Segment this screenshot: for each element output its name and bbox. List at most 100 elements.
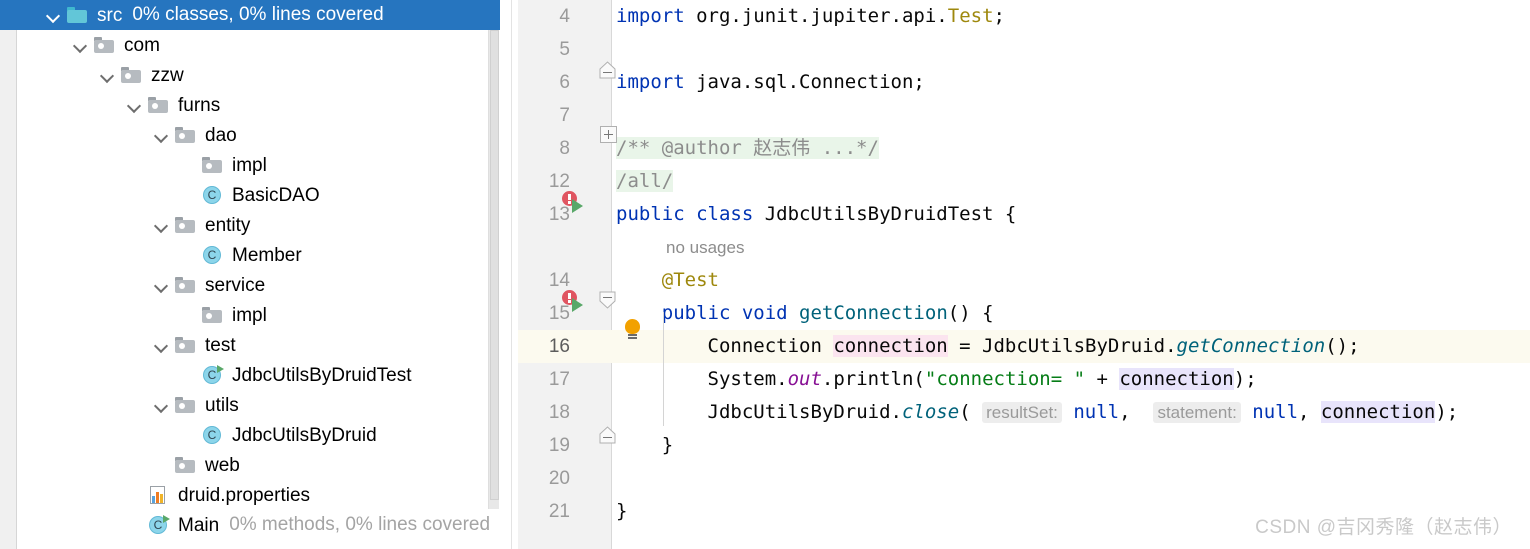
bulb-base (628, 337, 637, 339)
tree-row-jdbcutilsbydruidtest[interactable]: C JdbcUtilsByDruidTest (18, 360, 498, 390)
usages-inlay-hint[interactable]: no usages (666, 238, 744, 257)
folder-icon (148, 95, 170, 115)
code-line[interactable]: 15 public void getConnection() { (518, 297, 1530, 330)
code-line[interactable]: 5 (518, 33, 1530, 66)
chevron-down-icon[interactable] (153, 217, 170, 234)
chevron-down-icon[interactable] (153, 337, 170, 354)
code-line[interactable]: 20 (518, 462, 1530, 495)
line-number: 7 (559, 105, 570, 126)
code-token: out (787, 368, 822, 390)
code-token: java.sql.Connection; (696, 71, 925, 93)
tree-row-label: com (124, 34, 160, 56)
parameter-name-hint[interactable]: resultSet: (982, 402, 1062, 423)
code-token: JdbcUtilsByDruidTest { (764, 203, 1017, 225)
method-fold-end-icon[interactable] (598, 425, 617, 445)
folder-icon (175, 455, 197, 475)
properties-file-icon (148, 485, 170, 505)
tree-row-label: zzw (151, 64, 184, 86)
code-token: "connection= " (924, 368, 1086, 390)
code-line[interactable]: 14 @Test (518, 264, 1530, 297)
tree-row-furns[interactable]: furns (18, 90, 498, 120)
tree-row-impl[interactable]: impl (18, 150, 498, 180)
code-line[interactable]: 17 System.out.println("connection= " + c… (518, 363, 1530, 396)
code-line[interactable]: 18 JdbcUtilsByDruid.close( resultSet: nu… (518, 396, 1530, 429)
folder-icon (175, 335, 197, 355)
tree-no-chevron (180, 427, 197, 444)
project-tree-scrollbar-thumb[interactable] (490, 30, 499, 500)
parameter-name-hint[interactable]: statement: (1153, 402, 1241, 423)
code-token: , (1298, 401, 1321, 423)
tree-row-label: test (205, 334, 236, 356)
project-tree[interactable]: src 0% classes, 0% lines covered com zzw fur… (0, 0, 500, 549)
line-number: 20 (548, 468, 570, 489)
tree-row-entity[interactable]: entity (18, 210, 498, 240)
folder-icon (202, 305, 224, 325)
line-number: 6 (559, 72, 570, 93)
code-token: getConnection (799, 302, 948, 324)
fold-expand-icon[interactable] (600, 126, 617, 143)
tree-row-druid-properties[interactable]: druid.properties (18, 480, 498, 510)
tree-row-zzw[interactable]: zzw (18, 60, 498, 90)
code-line[interactable]: 16 Connection connection = JdbcUtilsByDr… (518, 330, 1530, 363)
tree-row-src[interactable]: src 0% classes, 0% lines covered (0, 0, 500, 30)
tree-row-utils[interactable]: utils (18, 390, 498, 420)
code-line[interactable]: 7 (518, 99, 1530, 132)
tree-row-label: Member (232, 244, 302, 266)
tree-row-dao[interactable]: dao (18, 120, 498, 150)
run-triangle-icon (572, 199, 583, 213)
intention-bulb-icon[interactable] (622, 319, 644, 343)
code-token: (); (1325, 335, 1360, 357)
chevron-down-icon[interactable] (153, 397, 170, 414)
class-icon: C (202, 245, 224, 265)
run-class-gutter-icon[interactable] (562, 191, 588, 213)
source-folder-icon (67, 5, 89, 25)
code-line[interactable]: 6 import java.sql.Connection; (518, 66, 1530, 99)
code-line-text: } (616, 495, 627, 528)
bulb-base (628, 334, 637, 336)
class-icon: C (202, 425, 224, 445)
tree-row-service[interactable]: service (18, 270, 498, 300)
code-token: ...*/ (810, 137, 879, 159)
tree-row-member[interactable]: C Member (18, 240, 498, 270)
folder-icon (175, 395, 197, 415)
tree-row-jdbcutilsbydruid[interactable]: C JdbcUtilsByDruid (18, 420, 498, 450)
method-fold-collapse-icon[interactable] (598, 290, 617, 310)
code-text-area[interactable]: 4 import org.junit.jupiter.api.Test; 5 6 imp… (518, 0, 1530, 549)
code-line[interactable]: 13 public class JdbcUtilsByDruidTest { (518, 198, 1530, 231)
import-fold-icon[interactable] (598, 60, 617, 80)
code-token: () { (947, 302, 994, 324)
code-editor[interactable]: 4 import org.junit.jupiter.api.Test; 5 6 imp… (518, 0, 1530, 549)
code-line[interactable]: 12/all/ (518, 165, 1530, 198)
coverage-label: 0% classes, 0% lines covered (132, 4, 384, 25)
tree-row-com[interactable]: com (18, 30, 498, 60)
tree-row-main[interactable]: C Main 0% methods, 0% lines covered (18, 510, 498, 540)
chevron-down-icon[interactable] (45, 7, 62, 24)
code-token: import (616, 5, 697, 27)
tree-row-impl[interactable]: impl (18, 300, 498, 330)
run-method-gutter-icon[interactable] (562, 290, 588, 312)
coverage-label: 0% methods, 0% lines covered (229, 514, 491, 535)
code-token: connection (1320, 401, 1436, 423)
tree-row-label: Main (178, 514, 220, 536)
runnable-class-icon: C (148, 515, 170, 535)
code-line[interactable]: 19 } (518, 429, 1530, 462)
tree-row-basicdao[interactable]: C BasicDAO (18, 180, 498, 210)
line-number: 19 (548, 435, 570, 456)
code-token: + (1085, 368, 1120, 390)
chevron-down-icon[interactable] (72, 37, 89, 54)
tree-row-test[interactable]: test (18, 330, 498, 360)
chevron-down-icon[interactable] (126, 97, 143, 114)
chevron-down-icon[interactable] (153, 277, 170, 294)
tree-no-chevron (180, 367, 197, 384)
code-line[interactable]: 8 /** @author 赵志伟 ...*/ (518, 132, 1530, 165)
code-line[interactable]: 4 import org.junit.jupiter.api.Test; (518, 0, 1530, 33)
chevron-down-icon[interactable] (99, 67, 116, 84)
tree-row-web[interactable]: web (18, 450, 498, 480)
chevron-down-icon[interactable] (153, 127, 170, 144)
code-token: = JdbcUtilsByDruid. (947, 335, 1177, 357)
project-tree-scrollbar[interactable] (488, 30, 499, 509)
folder-icon (175, 275, 197, 295)
code-token: @Test (616, 269, 719, 291)
code-token: ( (959, 401, 983, 423)
